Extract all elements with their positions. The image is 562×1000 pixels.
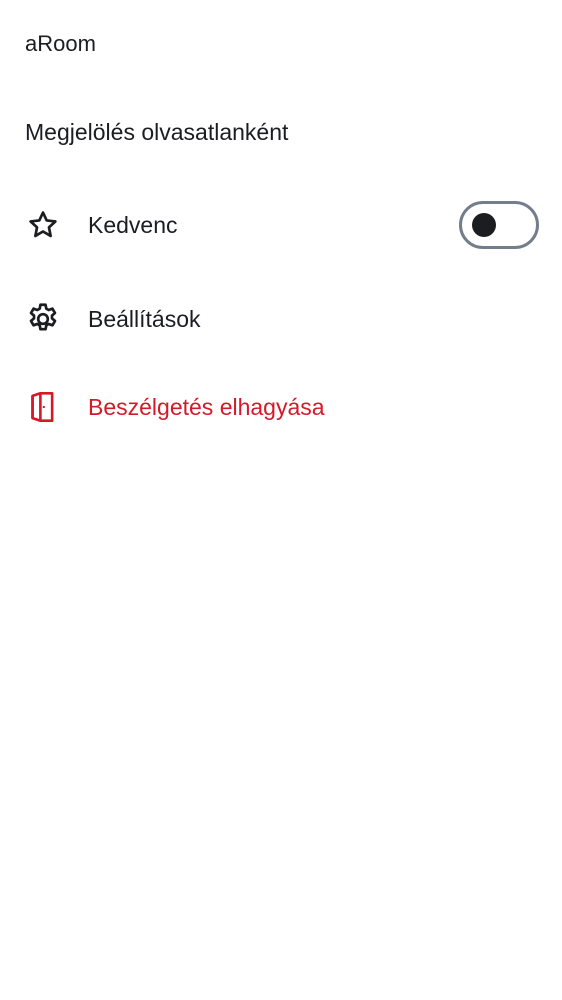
leave-room-label: Beszélgetés elhagyása (88, 394, 325, 420)
settings-label: Beállítások (88, 306, 201, 332)
gear-icon (25, 301, 61, 337)
favourite-item[interactable]: Kedvenc (0, 198, 562, 252)
favourite-label: Kedvenc (88, 212, 178, 238)
favourite-toggle[interactable] (459, 201, 539, 249)
leave-room-item[interactable]: Beszélgetés elhagyása (0, 384, 562, 430)
room-name: aRoom (25, 31, 96, 56)
toggle-knob (472, 213, 496, 237)
mark-as-unread-item[interactable]: Megjelölés olvasatlanként (0, 110, 562, 154)
settings-item[interactable]: Beállítások (0, 296, 562, 342)
star-icon (25, 207, 61, 243)
door-exit-icon (25, 389, 61, 425)
mark-as-unread-label: Megjelölés olvasatlanként (25, 119, 289, 145)
